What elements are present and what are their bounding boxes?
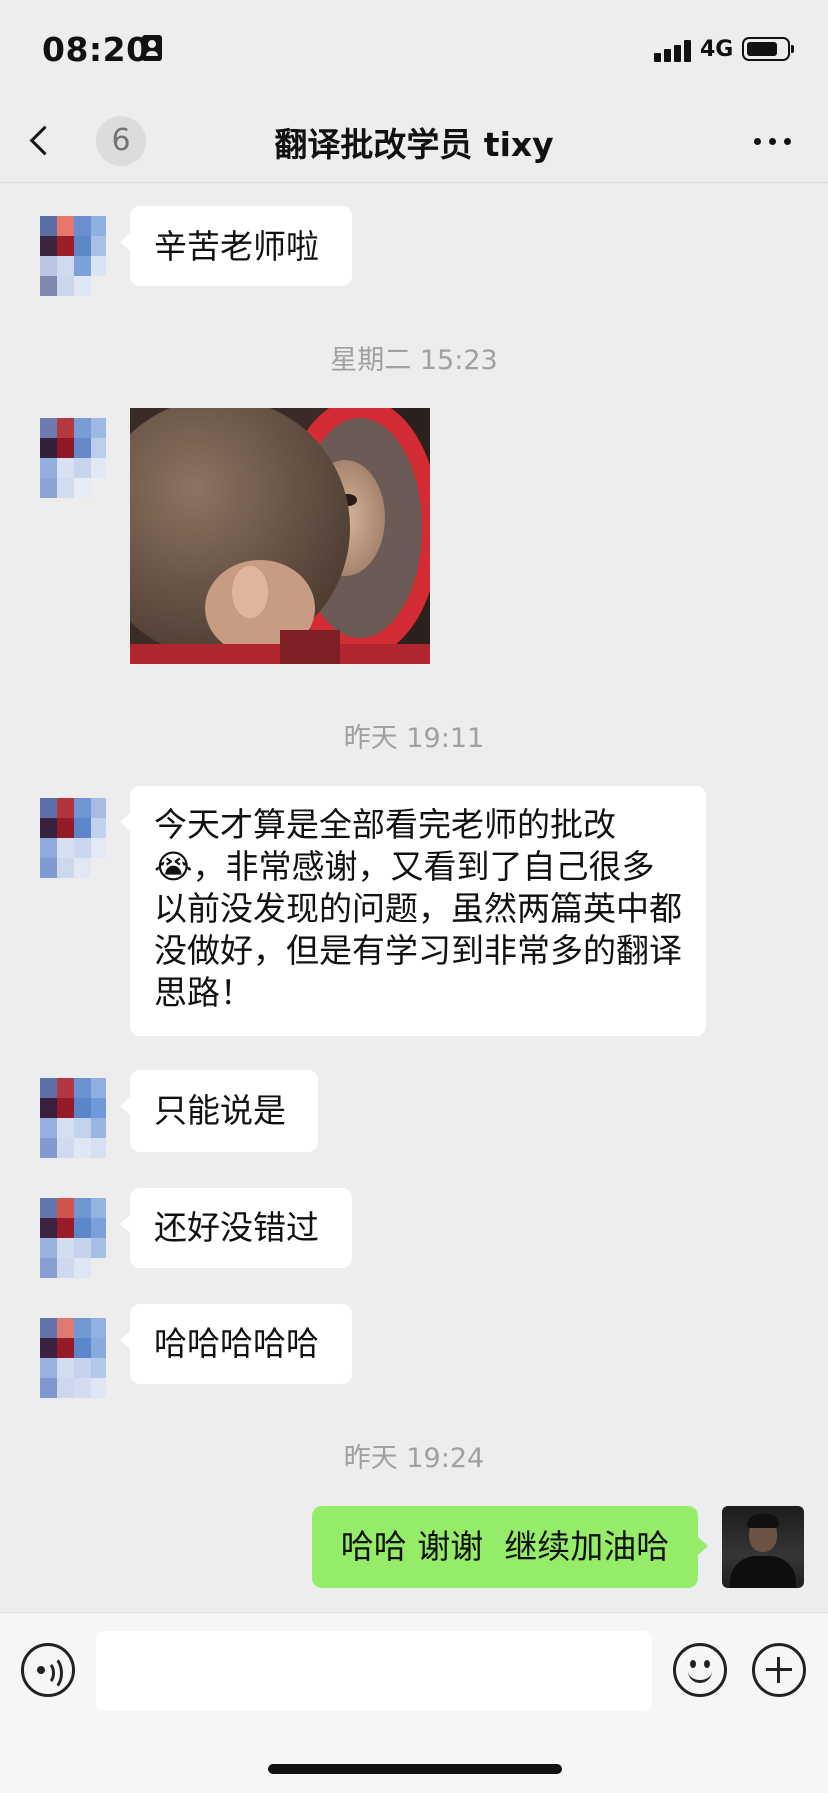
- timestamp: 星期二 15:23: [330, 345, 498, 376]
- contact-avatar[interactable]: [40, 798, 106, 878]
- message-bubble[interactable]: 哈哈哈哈哈: [120, 1304, 352, 1384]
- contact-card-icon: [142, 35, 162, 61]
- signal-icon: [654, 38, 702, 62]
- photo-image: [130, 408, 430, 664]
- message-text: 辛苦老师啦: [154, 227, 319, 266]
- back-button[interactable]: 6: [20, 110, 146, 170]
- message-bubble[interactable]: 只能说是: [120, 1070, 318, 1152]
- chevron-left-icon: [29, 125, 60, 156]
- chat-header: 6 翻译批改学员 tixy: [0, 100, 828, 183]
- more-button[interactable]: [740, 122, 804, 162]
- network-label: 4G: [700, 37, 734, 62]
- home-indicator: [268, 1764, 562, 1774]
- contact-avatar[interactable]: [40, 216, 106, 296]
- message-text: 哈哈哈哈哈: [154, 1324, 319, 1363]
- message-text: 今天才算是全部看完老师的批改😭，非常感谢，又看到了自己很多以前没发现的问题，虽然…: [154, 805, 682, 1012]
- message-bubble[interactable]: 还好没错过: [120, 1188, 352, 1268]
- timestamp: 昨天 19:11: [343, 723, 485, 754]
- contact-avatar[interactable]: [40, 418, 106, 498]
- message-text: 哈哈 谢谢 继续加油哈: [340, 1527, 670, 1566]
- status-bar: 08:20 4G: [0, 0, 828, 100]
- contact-avatar[interactable]: [40, 1078, 106, 1158]
- message-bubble[interactable]: 辛苦老师啦: [120, 206, 352, 286]
- shared-photo[interactable]: [130, 408, 430, 664]
- emoji-button[interactable]: [673, 1643, 727, 1697]
- voice-button[interactable]: [21, 1643, 75, 1697]
- my-avatar[interactable]: [722, 1506, 804, 1588]
- emoji-icon: [690, 1660, 696, 1668]
- contact-avatar[interactable]: [40, 1198, 106, 1278]
- more-dots-icon: [754, 138, 761, 145]
- timestamp: 昨天 19:24: [343, 1443, 485, 1474]
- status-time: 08:20: [42, 30, 150, 69]
- message-text: 还好没错过: [154, 1208, 319, 1247]
- chat-title: 翻译批改学员 tixy: [274, 125, 554, 164]
- message-input[interactable]: [96, 1631, 652, 1711]
- contact-avatar[interactable]: [40, 1318, 106, 1398]
- outgoing-message-bubble[interactable]: 哈哈 谢谢 继续加油哈: [312, 1506, 708, 1588]
- battery-icon: [742, 37, 794, 61]
- message-text: 只能说是: [154, 1091, 286, 1130]
- plus-icon[interactable]: [752, 1643, 806, 1697]
- message-bubble[interactable]: 今天才算是全部看完老师的批改😭，非常感谢，又看到了自己很多以前没发现的问题，虽然…: [120, 786, 706, 1036]
